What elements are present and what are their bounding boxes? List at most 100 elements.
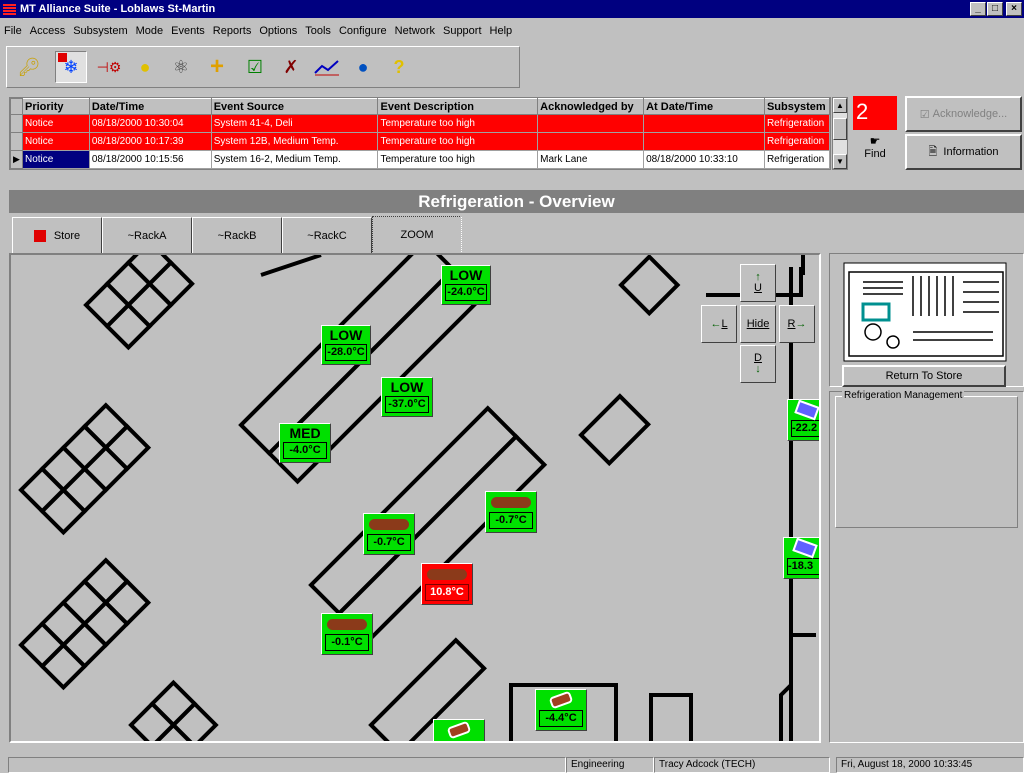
cell-description: Temperature too high (377, 150, 539, 169)
close-button[interactable]: × (1006, 2, 1022, 16)
case-med[interactable]: MED -4.0°C (279, 423, 331, 463)
refrigeration-management-panel: Refrigeration Management (829, 390, 1024, 743)
column-header-ack-time[interactable]: At Date/Time (643, 98, 765, 115)
row-selector[interactable] (10, 114, 23, 133)
trend-icon[interactable] (311, 51, 343, 83)
cell-subsystem: Refrigeration (763, 114, 831, 133)
globe-icon[interactable]: ● (347, 51, 379, 83)
case-low-2[interactable]: LOW -28.0°C (321, 325, 371, 365)
case-low-1[interactable]: LOW -24.0°C (441, 265, 491, 305)
cross-icon[interactable]: + (201, 51, 233, 83)
column-header-source[interactable]: Event Source (210, 98, 379, 115)
cell-source: System 12B, Medium Temp. (210, 132, 379, 151)
column-header-ack-by[interactable]: Acknowledged by (537, 98, 645, 115)
table-row[interactable]: Notice 08/18/2000 10:17:39 System 12B, M… (10, 132, 831, 151)
pan-up-label: U (754, 282, 762, 294)
hide-button[interactable]: Hide (740, 305, 776, 343)
app-icon (3, 4, 16, 15)
store-minimap[interactable] (843, 262, 1007, 362)
table-row[interactable]: Notice 08/18/2000 10:30:04 System 41-4, … (10, 114, 831, 133)
pointing-hand-icon: ☛ (869, 134, 881, 148)
row-selector-header (10, 98, 23, 115)
cell-priority: Notice (21, 114, 90, 133)
atom-icon[interactable]: ⚛ (165, 51, 197, 83)
menu-events[interactable]: Events (171, 25, 205, 37)
case-deli-alarm[interactable]: 10.8°C (421, 563, 473, 605)
pan-right-button[interactable]: R → (779, 305, 815, 343)
valve-icon[interactable]: ⊣⚙ (93, 51, 125, 83)
cell-description: Temperature too high (377, 132, 539, 151)
column-header-datetime[interactable]: Date/Time (88, 98, 212, 115)
cell-ack-time (643, 132, 765, 151)
menu-configure[interactable]: Configure (339, 25, 387, 37)
menu-help[interactable]: Help (490, 25, 513, 37)
cell-datetime: 08/18/2000 10:17:39 (88, 132, 212, 151)
pan-left-button[interactable]: ← L (701, 305, 737, 343)
menu-support[interactable]: Support (443, 25, 482, 37)
row-selector-current[interactable]: ▶ (10, 150, 23, 169)
cell-datetime: 08/18/2000 10:30:04 (88, 114, 212, 133)
store-layout-drawing (18, 255, 816, 741)
side-panel: Return To Store Refrigeration Management (829, 253, 1024, 743)
scroll-up-icon[interactable]: ▲ (833, 98, 847, 113)
tab-racka[interactable]: ~RackA (102, 217, 192, 254)
acknowledge-button[interactable]: ☑ Acknowledge... (905, 96, 1022, 132)
case-frozen-2[interactable]: -18.3 (783, 537, 819, 579)
cell-ack-by (537, 114, 645, 133)
case-deli-2[interactable]: -0.7°C (485, 491, 537, 533)
scroll-thumb[interactable] (833, 118, 847, 140)
column-header-subsystem[interactable]: Subsystem (763, 98, 831, 115)
tools-icon[interactable]: ✗ (275, 51, 307, 83)
tab-rackb[interactable]: ~RackB (192, 217, 282, 254)
snowflake-icon[interactable]: ❄ (55, 51, 87, 83)
key-icon[interactable]: 🔑︎ (13, 51, 45, 83)
table-row[interactable]: ▶ Notice 08/18/2000 10:15:56 System 16-2… (10, 150, 831, 169)
menu-reports[interactable]: Reports (213, 25, 252, 37)
row-selector[interactable] (10, 132, 23, 151)
cell-ack-time: 08/18/2000 10:33:10 (643, 150, 765, 169)
case-frozen-1[interactable]: -22.2 (787, 399, 819, 441)
tab-zoom[interactable]: ZOOM (372, 216, 462, 254)
menu-tools[interactable]: Tools (305, 25, 331, 37)
menu-file[interactable]: File (4, 25, 22, 37)
menu-subsystem[interactable]: Subsystem (73, 25, 127, 37)
menu-options[interactable]: Options (259, 25, 297, 37)
maximize-button[interactable]: □ (987, 2, 1003, 16)
return-to-store-button[interactable]: Return To Store (842, 365, 1006, 387)
tab-rackc[interactable]: ~RackC (282, 217, 372, 254)
minimize-button[interactable]: _ (970, 2, 986, 16)
case-meat-2[interactable] (433, 719, 485, 741)
pan-up-button[interactable]: ↑ U (740, 264, 776, 302)
pan-right-label: R (787, 318, 796, 330)
event-table-scrollbar[interactable]: ▲ ▼ (832, 97, 848, 170)
lightbulb-icon[interactable]: ● (129, 51, 161, 83)
sausage-icon (364, 514, 414, 534)
case-label: LOW (449, 267, 483, 283)
case-meat[interactable]: -4.4°C (535, 689, 587, 731)
store-color-icon (33, 229, 46, 242)
cell-ack-time (643, 114, 765, 133)
floor-plan-map[interactable]: LOW -24.0°C LOW -28.0°C LOW -37.0°C MED … (9, 253, 821, 743)
case-deli-1[interactable]: -0.7°C (363, 513, 415, 555)
find-button[interactable]: ☛ Find (853, 134, 897, 168)
menu-network[interactable]: Network (395, 25, 435, 37)
meat-icon (536, 690, 586, 710)
case-low-3[interactable]: LOW -37.0°C (381, 377, 433, 417)
case-deli-3[interactable]: -0.1°C (321, 613, 373, 655)
cell-datetime: 08/18/2000 10:15:56 (88, 150, 212, 169)
column-header-priority[interactable]: Priority (21, 98, 90, 115)
hide-label: Hide (746, 318, 770, 330)
menu-mode[interactable]: Mode (136, 25, 164, 37)
case-temperature: 10.8°C (425, 584, 469, 601)
menu-access[interactable]: Access (30, 25, 65, 37)
management-group: Refrigeration Management (835, 390, 1018, 528)
column-header-description[interactable]: Event Description (377, 98, 539, 115)
tab-store[interactable]: Store (12, 217, 102, 254)
checklist-icon[interactable]: ☑ (239, 51, 271, 83)
pan-down-button[interactable]: D ↓ (740, 345, 776, 383)
help-icon[interactable]: ? (383, 51, 415, 83)
cell-priority: Notice (21, 150, 90, 169)
case-temperature: -4.4°C (539, 710, 583, 727)
scroll-down-icon[interactable]: ▼ (833, 154, 847, 169)
information-button[interactable]: 🗎︎ Information (905, 134, 1022, 170)
